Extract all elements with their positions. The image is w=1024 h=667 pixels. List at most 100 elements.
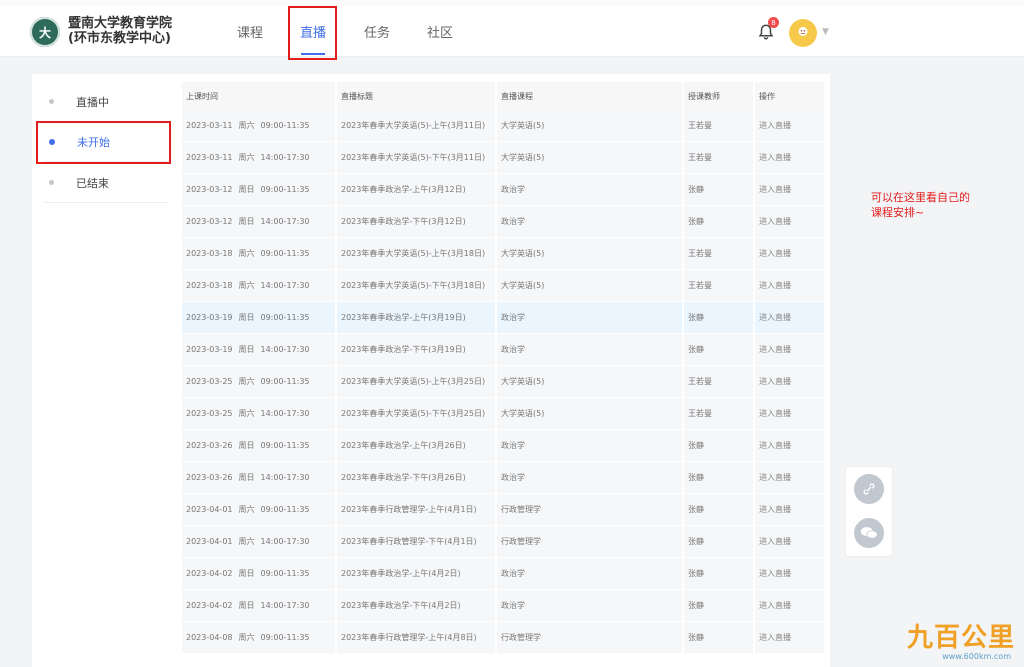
school-logo-icon[interactable]: 大 — [30, 17, 60, 47]
cell-hours: 09:00-11:35 — [260, 505, 310, 514]
enter-live-link[interactable]: 进入直播 — [755, 206, 824, 238]
nav-courses[interactable]: 课程 — [237, 22, 263, 41]
enter-live-link[interactable]: 进入直播 — [755, 398, 824, 430]
cell-time: 2023-03-12 周日 14:00-17:30 — [182, 206, 335, 238]
floating-tools — [845, 466, 893, 557]
school-name-line1: 暨南大学教育学院 — [68, 16, 173, 31]
table-row[interactable]: 2023-03-19 周日 09:00-11:35 2023年春季政治学-上午(3月1… — [182, 302, 824, 334]
cell-hours: 09:00-11:35 — [260, 121, 310, 130]
live-schedule-panel: 上课时间 直播标题 直播课程 授课教师 操作 2023-03-11 周六 09:00… — [172, 74, 830, 667]
cell-weekday: 周六 — [238, 121, 255, 130]
table-row[interactable]: 2023-03-11 周六 14:00-17:30 2023年春季大学英语(5)-下午… — [182, 142, 824, 174]
annotation-note: 可以在这里看自己的 课程安排~ — [871, 190, 991, 220]
cell-time: 2023-03-26 周日 09:00-11:35 — [182, 430, 335, 462]
cell-course: 大学英语(5) — [497, 110, 682, 142]
avatar[interactable] — [789, 19, 817, 47]
cell-course: 大学英语(5) — [497, 366, 682, 398]
cell-date: 2023-03-11 — [186, 121, 233, 130]
cell-date: 2023-03-19 — [186, 313, 233, 322]
cell-course: 政治学 — [497, 430, 682, 462]
cell-hours: 14:00-17:30 — [260, 153, 310, 162]
watermark-title: 九百公里 — [906, 623, 1015, 653]
table-row[interactable]: 2023-03-25 周六 14:00-17:30 2023年春季大学英语(5)-下午… — [182, 398, 824, 430]
cell-weekday: 周六 — [238, 537, 255, 546]
table-row[interactable]: 2023-03-18 周六 09:00-11:35 2023年春季大学英语(5)-上午… — [182, 238, 824, 270]
enter-live-link[interactable]: 进入直播 — [755, 590, 824, 622]
enter-live-link[interactable]: 进入直播 — [755, 110, 824, 142]
cell-hours: 09:00-11:35 — [260, 185, 310, 194]
table-row[interactable]: 2023-03-19 周日 14:00-17:30 2023年春季政治学-下午(3月1… — [182, 334, 824, 366]
cell-time: 2023-03-18 周六 14:00-17:30 — [182, 270, 335, 302]
enter-live-link[interactable]: 进入直播 — [755, 622, 824, 654]
enter-live-link[interactable]: 进入直播 — [755, 270, 824, 302]
enter-live-link[interactable]: 进入直播 — [755, 238, 824, 270]
wechat-icon[interactable] — [854, 518, 884, 548]
cell-date: 2023-03-18 — [186, 281, 233, 290]
enter-live-link[interactable]: 进入直播 — [755, 494, 824, 526]
table-row[interactable]: 2023-04-02 周日 09:00-11:35 2023年春季政治学-上午(4月2… — [182, 558, 824, 590]
cell-title: 2023年春季行政管理学-上午(4月8日) — [337, 622, 495, 654]
enter-live-link[interactable]: 进入直播 — [755, 366, 824, 398]
cell-course: 行政管理学 — [497, 494, 682, 526]
cell-time: 2023-03-18 周六 09:00-11:35 — [182, 238, 335, 270]
table-row[interactable]: 2023-04-08 周六 09:00-11:35 2023年春季行政管理学-上午(4… — [182, 622, 824, 654]
cell-hours: 14:00-17:30 — [260, 409, 310, 418]
cell-hours: 09:00-11:35 — [260, 377, 310, 386]
cell-weekday: 周六 — [238, 281, 255, 290]
cell-date: 2023-03-19 — [186, 345, 233, 354]
cell-time: 2023-03-26 周日 14:00-17:30 — [182, 462, 335, 494]
cell-hours: 14:00-17:30 — [260, 473, 310, 482]
cell-course: 政治学 — [497, 206, 682, 238]
cell-course: 大学英语(5) — [497, 238, 682, 270]
cell-teacher: 王若曼 — [684, 366, 753, 398]
table-row[interactable]: 2023-03-26 周日 14:00-17:30 2023年春季政治学-下午(3月2… — [182, 462, 824, 494]
cell-time: 2023-04-02 周日 14:00-17:30 — [182, 590, 335, 622]
chevron-down-icon[interactable]: ▼ — [822, 27, 829, 37]
cell-title: 2023年春季政治学-上午(3月26日) — [337, 430, 495, 462]
cell-weekday: 周六 — [238, 633, 255, 642]
link-icon[interactable] — [854, 474, 884, 504]
cell-course: 行政管理学 — [497, 622, 682, 654]
enter-live-link[interactable]: 进入直播 — [755, 174, 824, 206]
table-row[interactable]: 2023-03-18 周六 14:00-17:30 2023年春季大学英语(5)-下午… — [182, 270, 824, 302]
watermark-url: www.600km.com — [942, 652, 1011, 661]
cell-teacher: 王若曼 — [684, 398, 753, 430]
nav-community[interactable]: 社区 — [427, 22, 453, 41]
cell-course: 行政管理学 — [497, 526, 682, 558]
table-row[interactable]: 2023-03-26 周日 09:00-11:35 2023年春季政治学-上午(3月2… — [182, 430, 824, 462]
enter-live-link[interactable]: 进入直播 — [755, 462, 824, 494]
header-action: 操作 — [755, 82, 824, 110]
enter-live-link[interactable]: 进入直播 — [755, 142, 824, 174]
table-row[interactable]: 2023-03-25 周六 09:00-11:35 2023年春季大学英语(5)-上午… — [182, 366, 824, 398]
cell-time: 2023-03-12 周日 09:00-11:35 — [182, 174, 335, 206]
table-row[interactable]: 2023-04-01 周六 14:00-17:30 2023年春季行政管理学-下午(4… — [182, 526, 824, 558]
table-row[interactable]: 2023-04-02 周日 14:00-17:30 2023年春季政治学-下午(4月2… — [182, 590, 824, 622]
cell-time: 2023-04-01 周六 14:00-17:30 — [182, 526, 335, 558]
cell-teacher: 王若曼 — [684, 142, 753, 174]
cell-date: 2023-03-11 — [186, 153, 233, 162]
cell-title: 2023年春季大学英语(5)-上午(3月18日) — [337, 238, 495, 270]
cell-date: 2023-04-02 — [186, 569, 233, 578]
cell-hours: 09:00-11:35 — [260, 569, 310, 578]
table-row[interactable]: 2023-03-11 周六 09:00-11:35 2023年春季大学英语(5)-上午… — [182, 110, 824, 142]
notification-badge: 8 — [768, 17, 779, 28]
table-row[interactable]: 2023-03-12 周日 09:00-11:35 2023年春季政治学-上午(3月1… — [182, 174, 824, 206]
enter-live-link[interactable]: 进入直播 — [755, 334, 824, 366]
sidebar-item-live-now[interactable]: 直播中 — [44, 82, 169, 122]
cell-hours: 09:00-11:35 — [260, 441, 310, 450]
table-row[interactable]: 2023-03-12 周日 14:00-17:30 2023年春季政治学-下午(3月1… — [182, 206, 824, 238]
enter-live-link[interactable]: 进入直播 — [755, 526, 824, 558]
header-course: 直播课程 — [497, 82, 682, 110]
school-name[interactable]: 暨南大学教育学院 (环市东教学中心) — [68, 16, 172, 46]
cell-teacher: 张静 — [684, 430, 753, 462]
enter-live-link[interactable]: 进入直播 — [755, 430, 824, 462]
enter-live-link[interactable]: 进入直播 — [755, 558, 824, 590]
nav-tasks[interactable]: 任务 — [364, 22, 390, 41]
sidebar-item-ended[interactable]: 已结束 — [44, 163, 169, 203]
table-row[interactable]: 2023-04-01 周六 09:00-11:35 2023年春季行政管理学-上午(4… — [182, 494, 824, 526]
cell-teacher: 王若曼 — [684, 110, 753, 142]
cell-date: 2023-04-08 — [186, 633, 233, 642]
cell-title: 2023年春季大学英语(5)-下午(3月18日) — [337, 270, 495, 302]
enter-live-link[interactable]: 进入直播 — [755, 302, 824, 334]
cell-weekday: 周日 — [238, 601, 255, 610]
